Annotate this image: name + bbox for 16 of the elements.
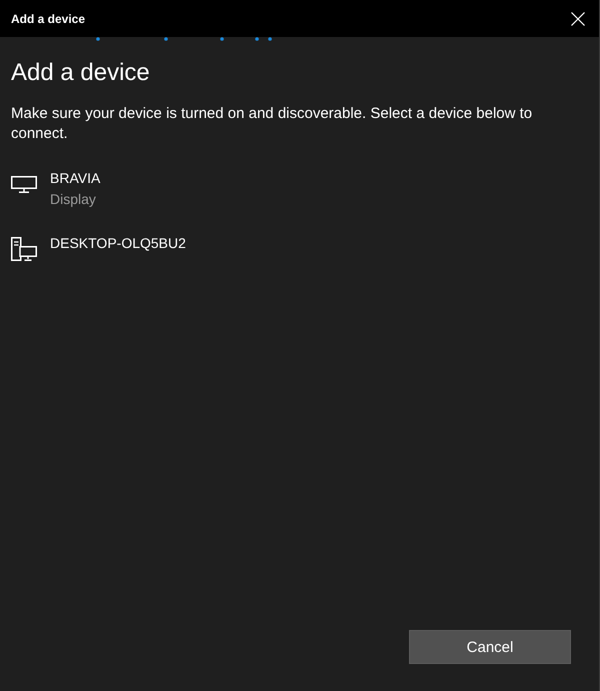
monitor-icon (11, 176, 37, 193)
window-title: Add a device (11, 12, 86, 26)
page-heading: Add a device (11, 58, 151, 88)
progress-dot-icon (164, 37, 168, 41)
progress-dot-icon (255, 37, 259, 41)
close-icon (571, 12, 585, 26)
computer-icon (11, 237, 37, 261)
progress-dot-icon (268, 37, 272, 41)
progress-dot-icon (96, 37, 100, 41)
device-name[interactable]: BRAVIA (50, 168, 100, 189)
cancel-button[interactable]: Cancel (409, 630, 571, 664)
progress-dot-icon (220, 37, 224, 41)
instructions-text: Make sure your device is turned on and discoverable. Select a device below to connect. (11, 104, 534, 144)
close-button[interactable] (571, 12, 585, 26)
device-name[interactable]: DESKTOP-OLQ5BU2 (50, 233, 186, 254)
device-type: Display (50, 190, 96, 209)
